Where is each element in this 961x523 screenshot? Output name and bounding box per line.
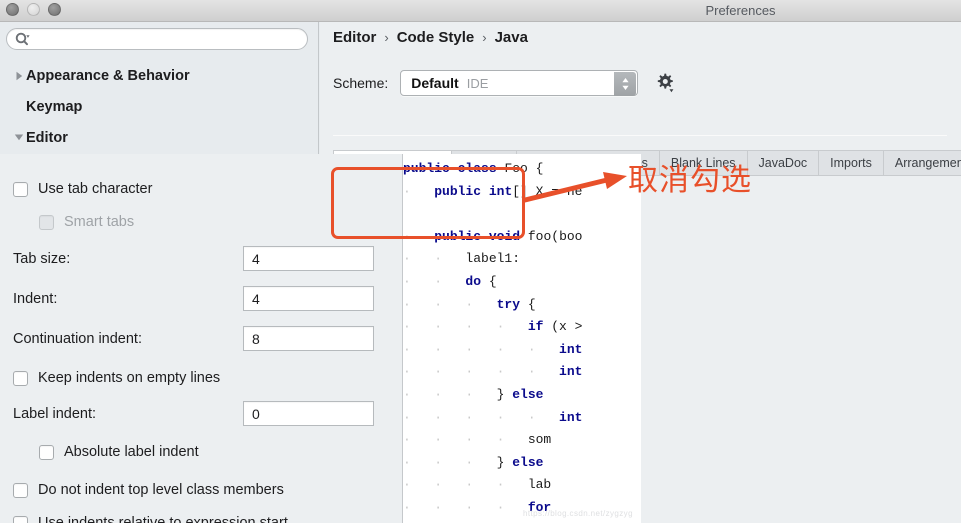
scheme-row: Scheme: Default IDE [333,70,676,96]
code-line [403,203,582,226]
search-icon [15,32,30,46]
label-indent-label-row: Label indent: [13,403,96,425]
continuation-indent-label: Continuation indent: [13,331,142,347]
code-line: · · · try { [403,294,582,317]
code-line: · · · · lab [403,474,582,497]
title-bar: Preferences [0,0,961,22]
code-line: · · · · if (x > [403,316,582,339]
use-tab-character-label: Use tab character [38,181,152,197]
tab-size-label-row: Tab size: [13,248,70,270]
indent-label-row: Indent: [13,288,57,310]
sidebar-item-appearance-behavior[interactable]: Appearance & Behavior [0,60,319,91]
code-line: · · · } else [403,452,582,475]
code-line: · public void foo(boo [403,226,582,249]
sidebar-item-label: Appearance & Behavior [26,68,190,84]
breadcrumb-part: Java [495,29,528,46]
absolute-label-indent-label: Absolute label indent [64,444,199,460]
stepper-updown-icon[interactable] [614,72,636,96]
no-indent-top-level-label: Do not indent top level class members [38,482,284,498]
continuation-indent-input[interactable]: 8 [243,326,374,351]
search-box[interactable] [6,28,308,50]
no-indent-top-level-checkbox[interactable] [13,483,28,498]
watermark-text: https://blog.csdn.net/zygzyg [523,509,633,518]
label-indent-input[interactable]: 0 [243,401,374,426]
label-indent-label: Label indent: [13,406,96,422]
code-preview-text: public class Foo {· public int[] X = ne … [403,158,582,523]
tabs-and-indents-form: Use tab character Smart tabs Tab size: 4… [0,154,402,523]
tab-imports[interactable]: Imports [819,150,884,176]
tab-size-label: Tab size: [13,251,70,267]
code-line: · · · · som [403,429,582,452]
code-line: · · · } [403,520,582,523]
code-line: · · · } else [403,384,582,407]
search-field-wrapper [6,28,308,50]
use-tab-character-row[interactable]: Use tab character [13,178,152,200]
breadcrumb: Editor › Code Style › Java [333,29,528,46]
scheme-combobox[interactable]: Default IDE [400,70,638,96]
code-line: public class Foo { [403,158,582,181]
breadcrumb-separator: › [384,30,388,45]
search-input[interactable] [34,30,299,48]
code-line: · · · · · int [403,407,582,430]
sidebar-item-keymap[interactable]: Keymap [0,91,319,122]
sidebar-item-label: Editor [26,130,68,146]
code-line: · · · · · int [403,361,582,384]
keep-indents-checkbox[interactable] [13,371,28,386]
chevron-right-icon[interactable] [12,60,26,91]
use-tab-character-checkbox[interactable] [13,182,28,197]
indent-input[interactable]: 4 [243,286,374,311]
code-line: · · · · · int [403,339,582,362]
relative-indents-row[interactable]: Use indents relative to expression start [13,512,288,523]
header-divider [333,135,947,136]
breadcrumb-part[interactable]: Editor [333,29,376,46]
breadcrumb-separator: › [482,30,486,45]
smart-tabs-row: Smart tabs [39,211,134,233]
scheme-scope: IDE [467,76,489,91]
no-indent-top-level-row[interactable]: Do not indent top level class members [13,479,284,501]
scheme-label: Scheme: [333,75,388,91]
tab-blank-lines[interactable]: Blank Lines [660,150,748,176]
code-line: · · label1: [403,248,582,271]
sidebar-item-label: Keymap [26,99,82,115]
relative-indents-checkbox[interactable] [13,516,28,523]
continuation-indent-label-row: Continuation indent: [13,328,142,350]
preferences-window: Preferences Appearance & Behavior Keymap E… [0,0,961,523]
breadcrumb-part[interactable]: Code Style [397,29,475,46]
chevron-down-icon[interactable] [12,122,26,153]
code-line: · public int[] X = ne [403,181,582,204]
keep-indents-row[interactable]: Keep indents on empty lines [13,367,220,389]
indent-label: Indent: [13,291,57,307]
absolute-label-indent-checkbox[interactable] [39,445,54,460]
relative-indents-label: Use indents relative to expression start [38,515,288,523]
tab-arrangement[interactable]: Arrangement [884,150,961,176]
twisty-placeholder [12,91,26,122]
keep-indents-label: Keep indents on empty lines [38,370,220,386]
scheme-value: Default [411,75,458,91]
absolute-label-indent-row[interactable]: Absolute label indent [39,441,199,463]
tab-size-input[interactable]: 4 [243,246,374,271]
gear-icon[interactable] [654,72,676,94]
tab-javadoc[interactable]: JavaDoc [748,150,820,176]
code-line: · · do { [403,271,582,294]
code-preview-panel[interactable]: public class Foo {· public int[] X = ne … [402,154,641,523]
sidebar-item-editor[interactable]: Editor [0,122,319,153]
smart-tabs-label: Smart tabs [64,214,134,230]
window-title: Preferences [0,0,961,22]
smart-tabs-checkbox [39,215,54,230]
